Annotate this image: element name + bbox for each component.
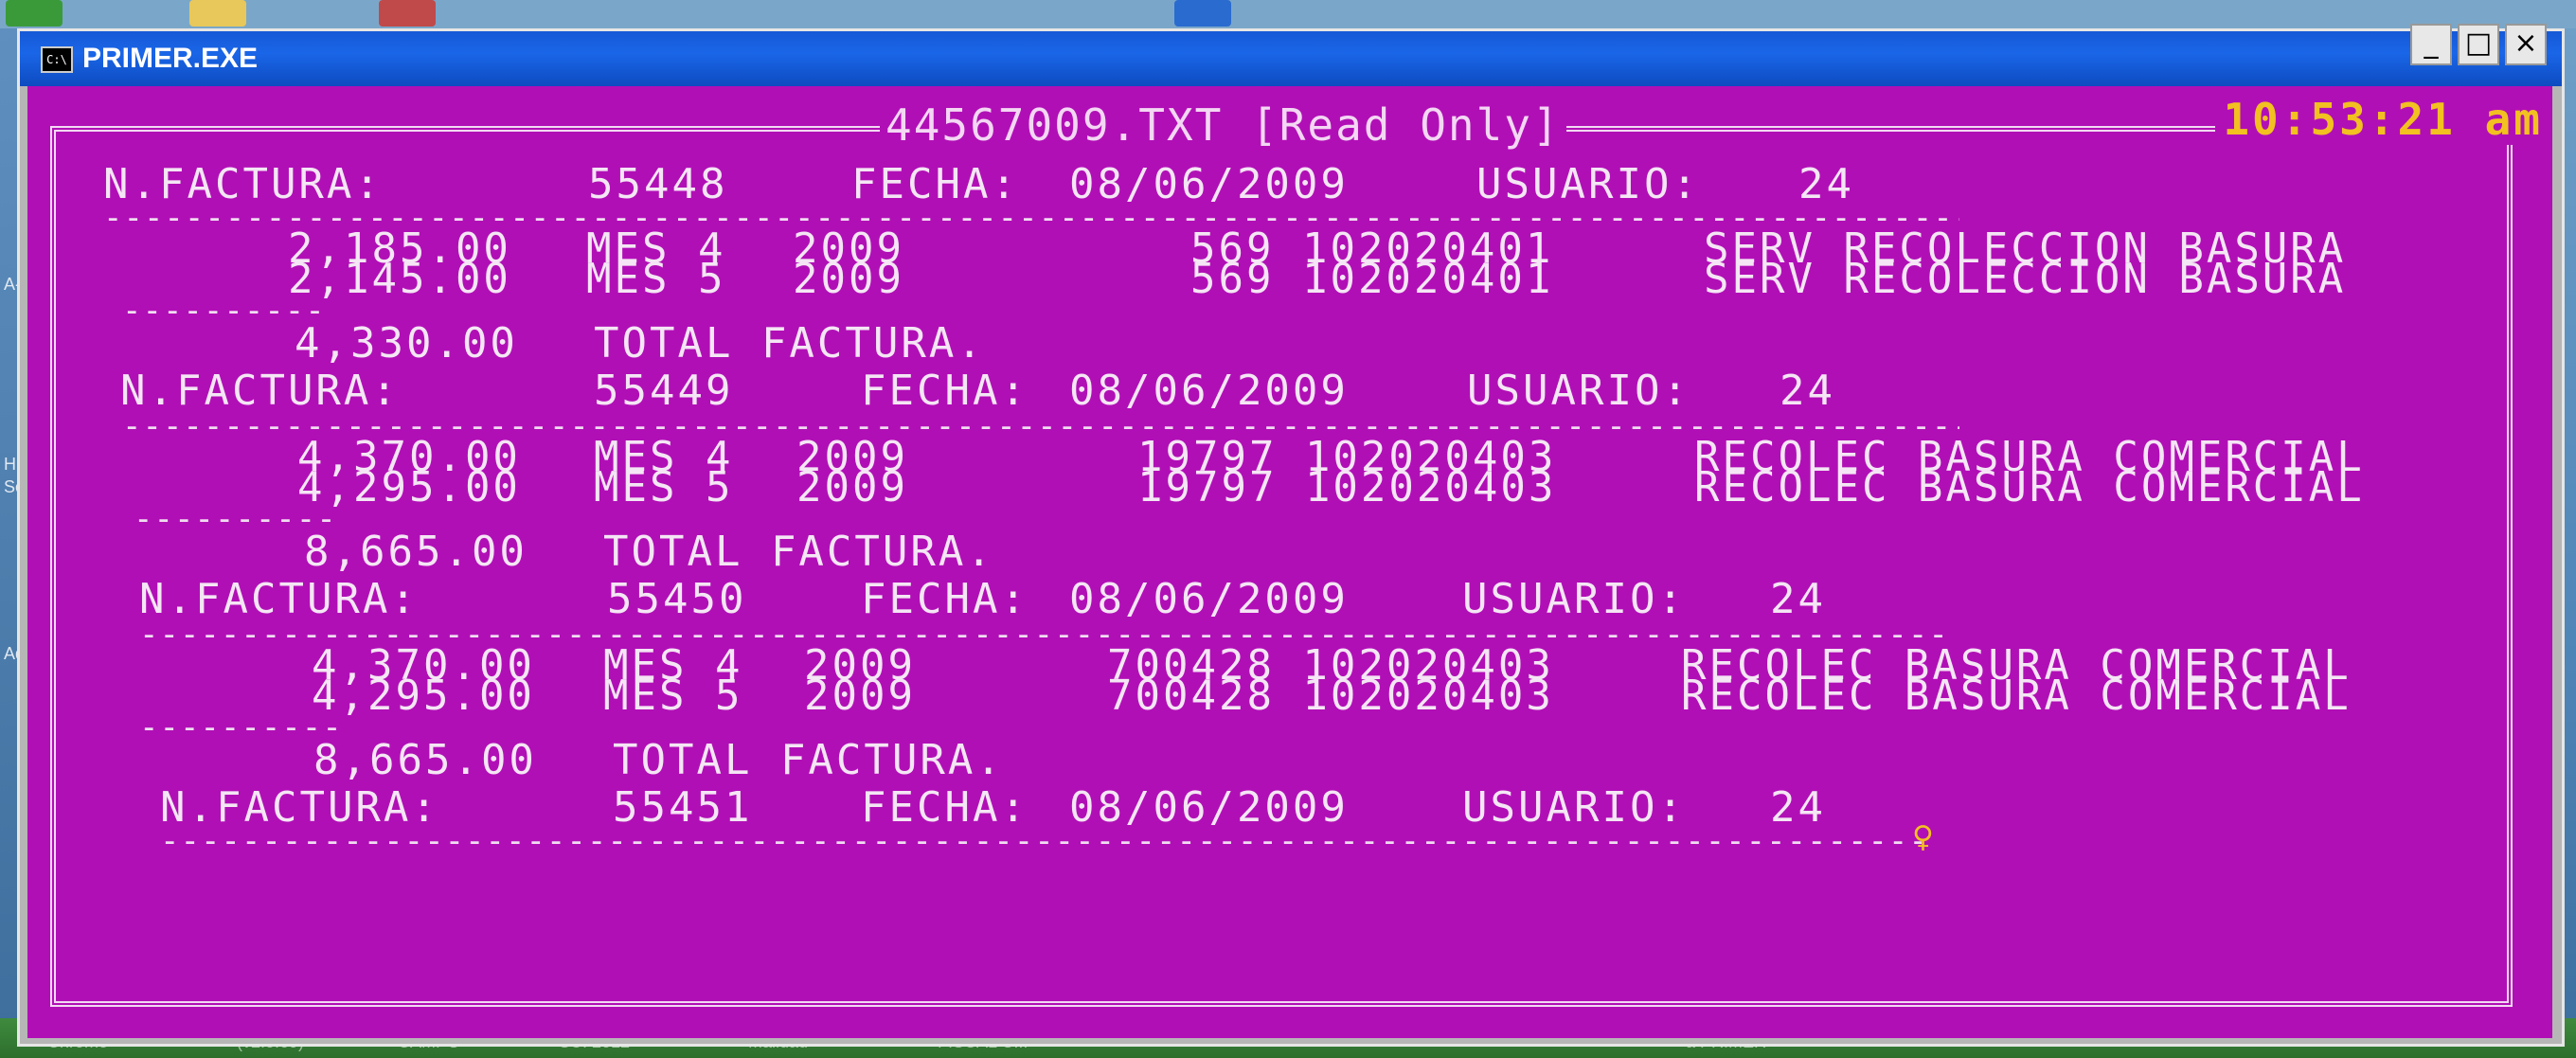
- user-label: USUARIO:: [1462, 575, 1686, 623]
- window-titlebar[interactable]: C:\ PRIMER.EXE _ □ ×: [20, 24, 2562, 86]
- minimize-button[interactable]: _: [2410, 24, 2452, 65]
- invoice-total: 4,330.00: [295, 319, 518, 368]
- console-window: C:\ PRIMER.EXE _ □ × 44567009.TXT [Read …: [17, 24, 2565, 1047]
- total-label: TOTAL FACTURA.: [603, 528, 994, 576]
- date-label: FECHA:: [861, 367, 1029, 415]
- desktop-folder-icon[interactable]: [189, 0, 246, 27]
- line-description: RECOLEC BASURA COMERCIAL: [1681, 672, 2352, 720]
- date-label: FECHA:: [851, 160, 1019, 208]
- invoice-total: 8,665.00: [313, 736, 537, 784]
- invoice-number-label: N.FACTURA:: [160, 783, 439, 832]
- line-account: 19797 102020403: [1137, 463, 1557, 511]
- line-month: MES 5: [603, 672, 743, 720]
- line-description: RECOLEC BASURA COMERCIAL: [1694, 463, 2365, 511]
- desktop-shortcut-icon[interactable]: [6, 0, 63, 27]
- separator: ----------------------------------------…: [160, 825, 1922, 857]
- separator: --------------: [134, 503, 332, 535]
- invoice-user: 24: [1770, 783, 1826, 832]
- console-screen[interactable]: 44567009.TXT [Read Only] 10:53:21 am N.F…: [27, 86, 2552, 1038]
- line-year: 2009: [804, 672, 916, 720]
- line-description: SERV RECOLECCION BASURA: [1704, 255, 2347, 303]
- invoice-user: 24: [1798, 160, 1854, 208]
- line-year: 2009: [796, 463, 908, 511]
- invoice-date: 08/06/2009: [1069, 783, 1349, 832]
- invoice-date: 08/06/2009: [1069, 160, 1349, 208]
- separator: --------------: [139, 711, 338, 744]
- desktop-app-icon[interactable]: [379, 0, 436, 27]
- date-label: FECHA:: [861, 575, 1029, 623]
- maximize-button[interactable]: □: [2458, 24, 2499, 65]
- user-label: USUARIO:: [1462, 783, 1686, 832]
- invoice-total: 8,665.00: [304, 528, 528, 576]
- desktop-window-icon[interactable]: [1174, 0, 1231, 27]
- user-label: USUARIO:: [1476, 160, 1700, 208]
- invoice-date: 08/06/2009: [1069, 575, 1349, 623]
- invoice-number-label: N.FACTURA:: [120, 367, 400, 415]
- clock-display: 10:53:21 am: [2215, 94, 2543, 145]
- desktop-top-strip: [0, 0, 2576, 28]
- invoice-number: 55450: [607, 575, 747, 623]
- end-of-file-marker: ♀: [1912, 816, 1934, 857]
- line-amount: 2,145.00: [288, 255, 511, 303]
- window-title: PRIMER.EXE: [82, 43, 259, 74]
- invoice-number-label: N.FACTURA:: [103, 160, 383, 208]
- invoice-user: 24: [1770, 575, 1826, 623]
- separator: --------------: [122, 295, 321, 327]
- total-label: TOTAL FACTURA.: [594, 319, 985, 368]
- close-button[interactable]: ×: [2505, 24, 2547, 65]
- invoice-date: 08/06/2009: [1069, 367, 1349, 415]
- line-month: MES 5: [586, 255, 726, 303]
- file-title: 44567009.TXT [Read Only]: [880, 99, 1566, 151]
- date-label: FECHA:: [861, 783, 1029, 832]
- console-app-icon[interactable]: C:\: [41, 46, 73, 73]
- invoice-number-label: N.FACTURA:: [139, 575, 419, 623]
- invoice-number: 55448: [588, 160, 728, 208]
- line-account: 700428 102020403: [1107, 672, 1554, 720]
- total-label: TOTAL FACTURA.: [613, 736, 1004, 784]
- invoice-number: 55449: [594, 367, 734, 415]
- invoice-user: 24: [1780, 367, 1835, 415]
- line-amount: 4,295.00: [312, 672, 535, 720]
- invoice-number: 55451: [613, 783, 753, 832]
- user-label: USUARIO:: [1467, 367, 1690, 415]
- line-account: 569 102020401: [1190, 255, 1554, 303]
- line-year: 2009: [793, 255, 904, 303]
- line-month: MES 5: [594, 463, 734, 511]
